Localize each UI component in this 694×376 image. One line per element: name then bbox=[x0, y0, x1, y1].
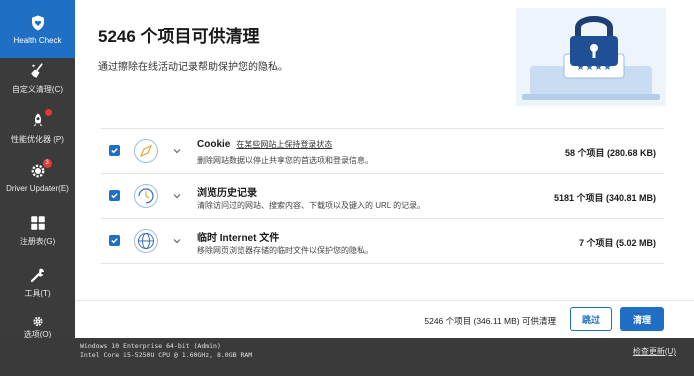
sidebar-item-label: 自定义清理(C) bbox=[11, 85, 64, 94]
skip-button[interactable]: 跳过 bbox=[570, 307, 612, 331]
list-item-browsing-history: 浏览历史记录 清除访问过的网站、搜索内容、下载项以及键入的 URL 的记录。 5… bbox=[101, 173, 664, 218]
list-item-cookie: Cookie 在某些网站上保持登录状态 删除网站数据以停止共享您的首选项和登录信息… bbox=[101, 128, 664, 173]
sidebar-item-label: Health Check bbox=[13, 35, 62, 45]
main-panel: 5246 个项目可供清理 通过擦除在线活动记录帮助保护您的隐私。 ★★★★ Co… bbox=[75, 0, 694, 338]
hardware-info: Intel Core i5-5250U CPU @ 1.60GHz, 8.0GB… bbox=[80, 351, 253, 359]
clean-button[interactable]: 清理 bbox=[620, 307, 664, 331]
sidebar-item-performance[interactable]: 性能优化器 (P) bbox=[0, 109, 75, 152]
rocket-icon bbox=[33, 113, 42, 127]
status-bar: Windows 10 Enterprise 64-bit (Admin) Int… bbox=[0, 338, 694, 376]
page-title: 5246 个项目可供清理 bbox=[98, 27, 260, 46]
item-count: 58 个项目 (280.68 KB) bbox=[564, 148, 656, 158]
checkmark-icon bbox=[111, 193, 118, 199]
item-count: 7 个项目 (5.02 MB) bbox=[578, 238, 656, 248]
list-item-temp-internet-files: 临时 Internet 文件 移除网页浏览器存储的临时文件以保护您的隐私。 7 … bbox=[101, 218, 664, 264]
sidebar-item-label: Driver Updater(E) bbox=[6, 184, 69, 193]
sidebar-item-driver-updater[interactable]: 3 Driver Updater(E) bbox=[0, 159, 75, 202]
item-name: 浏览历史记录 bbox=[197, 188, 257, 199]
sidebar-item-label: 性能优化器 (P) bbox=[11, 135, 64, 144]
sidebar-item-custom-clean[interactable]: 自定义清理(C) bbox=[0, 62, 75, 102]
sidebar-item-registry[interactable]: 注册表(G) bbox=[0, 214, 75, 254]
chevron-down-icon[interactable] bbox=[172, 236, 182, 246]
footer-divider bbox=[75, 300, 694, 301]
item-name: Cookie 在某些网站上保持登录状态 bbox=[197, 139, 333, 150]
heart-shield-icon bbox=[31, 15, 44, 30]
sidebar: Health Check 自定义清理(C) 性能优化器 (P) 3 Driver… bbox=[0, 0, 75, 340]
sidebar-item-options[interactable]: 选项(O) bbox=[0, 316, 75, 340]
notification-badge bbox=[44, 109, 52, 116]
item-description: 删除网站数据以停止共享您的首选项和登录信息。 bbox=[197, 156, 373, 165]
settings-gear-icon bbox=[32, 316, 43, 327]
clean-item-list: Cookie 在某些网站上保持登录状态 删除网站数据以停止共享您的首选项和登录信息… bbox=[101, 128, 664, 264]
globe-icon bbox=[134, 229, 158, 253]
chevron-down-icon[interactable] bbox=[172, 146, 182, 156]
keep-signed-in-link[interactable]: 在某些网站上保持登录状态 bbox=[236, 140, 332, 149]
system-info: Windows 10 Enterprise 64-bit (Admin) Int… bbox=[80, 342, 252, 360]
sidebar-item-label: 工具(T) bbox=[24, 289, 51, 298]
item-count: 5181 个项目 (340.81 MB) bbox=[553, 193, 656, 203]
grid-icon bbox=[30, 216, 45, 230]
sidebar-item-health-check[interactable]: Health Check bbox=[0, 0, 75, 58]
os-info: Windows 10 Enterprise 64-bit (Admin) bbox=[80, 342, 221, 350]
item-description: 清除访问过的网站、搜索内容、下载项以及键入的 URL 的记录。 bbox=[197, 201, 426, 210]
page-subtitle: 通过擦除在线活动记录帮助保护您的隐私。 bbox=[98, 62, 288, 73]
history-clock-icon bbox=[134, 184, 158, 208]
item-name: 临时 Internet 文件 bbox=[197, 233, 280, 244]
update-count-badge: 3 bbox=[42, 159, 52, 168]
broom-icon bbox=[30, 63, 43, 78]
wrench-icon bbox=[30, 268, 44, 283]
padlock-password-illustration: ★★★★ bbox=[516, 8, 666, 106]
item-checkbox[interactable] bbox=[109, 145, 120, 156]
checkmark-icon bbox=[111, 238, 118, 244]
check-updates-link[interactable]: 检查更新(U) bbox=[633, 346, 676, 357]
clean-summary: 5246 个项目 (346.11 MB) 可供清理 bbox=[424, 316, 556, 326]
item-checkbox[interactable] bbox=[109, 190, 120, 201]
item-description: 移除网页浏览器存储的临时文件以保护您的隐私。 bbox=[197, 246, 373, 255]
chevron-down-icon[interactable] bbox=[172, 191, 182, 201]
item-checkbox[interactable] bbox=[109, 235, 120, 246]
checkmark-icon bbox=[111, 148, 118, 154]
sidebar-item-label: 注册表(G) bbox=[19, 237, 56, 246]
cookie-compass-icon bbox=[134, 139, 158, 163]
sidebar-item-tools[interactable]: 工具(T) bbox=[0, 266, 75, 306]
